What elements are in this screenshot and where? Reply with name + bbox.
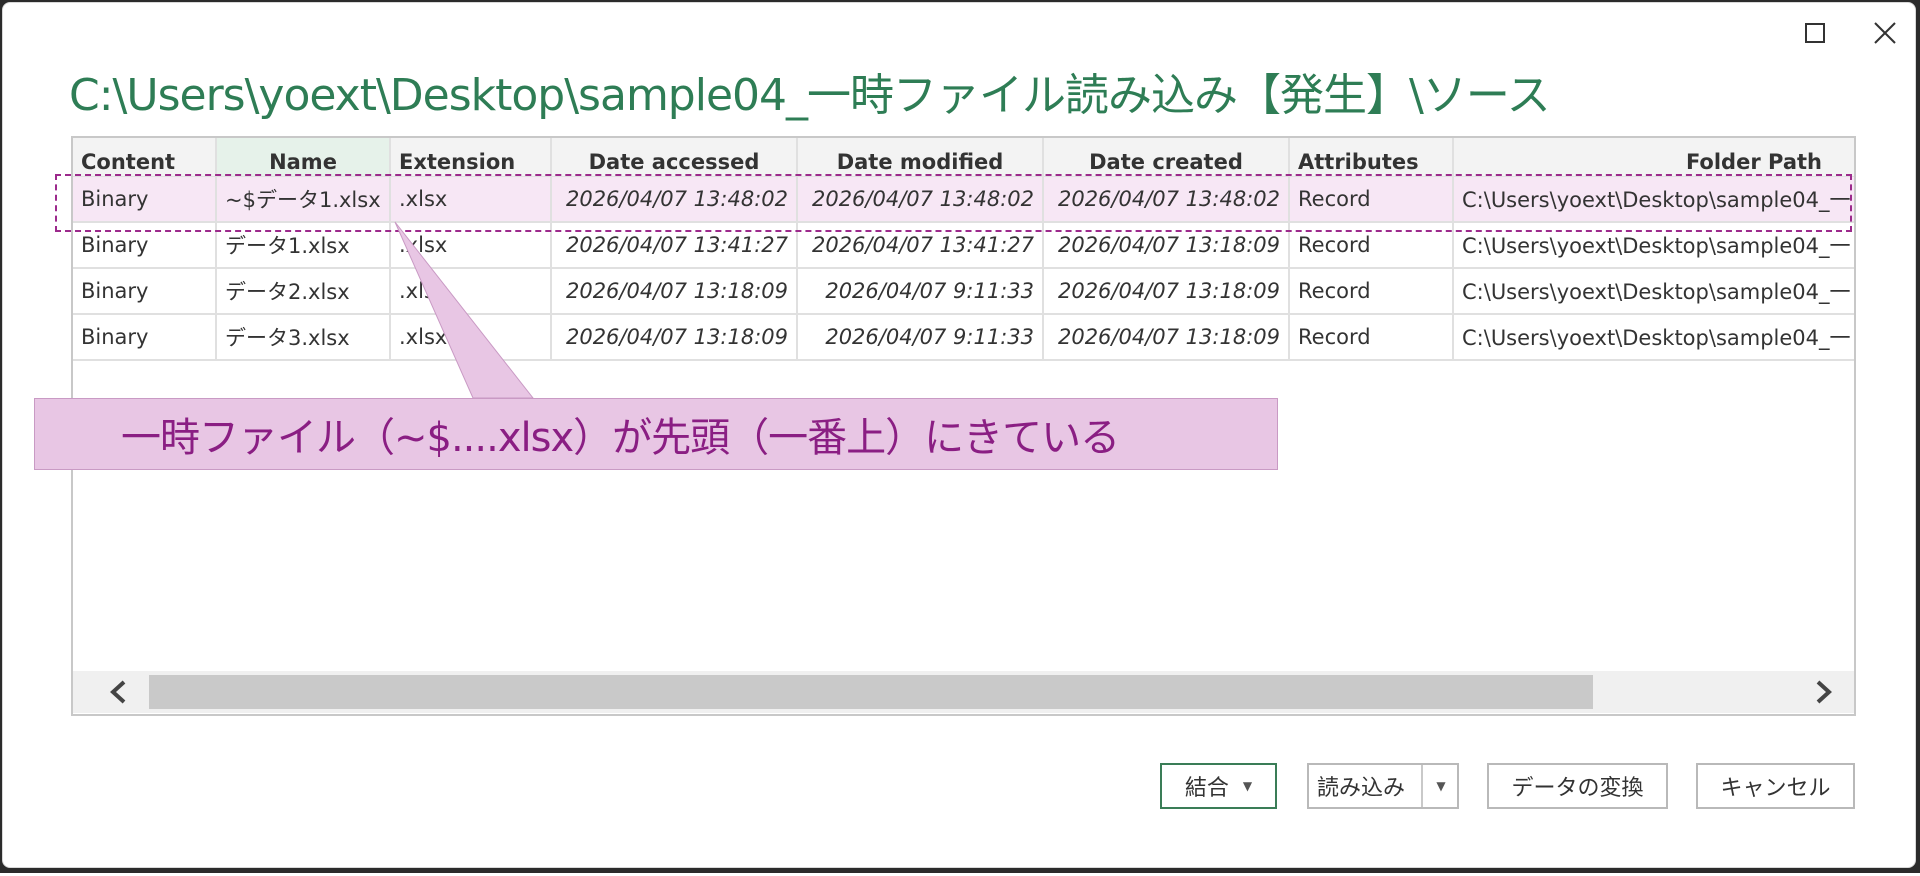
column-header-date-modified[interactable]: Date modified xyxy=(797,138,1044,177)
caret-down-icon: ▼ xyxy=(1436,779,1446,793)
table-cell[interactable]: 2026/04/07 13:48:02 xyxy=(551,176,798,223)
table-cell[interactable]: 2026/04/07 9:11:33 xyxy=(797,314,1044,361)
horizontal-scrollbar[interactable] xyxy=(73,671,1854,713)
table-cell[interactable]: 2026/04/07 13:41:27 xyxy=(797,222,1044,269)
column-header-name[interactable]: Name xyxy=(216,138,391,177)
column-header-date-accessed[interactable]: Date accessed xyxy=(551,138,798,177)
cancel-button[interactable]: キャンセル xyxy=(1696,763,1855,809)
table-cell[interactable]: C:\Users\yoext\Desktop\sample04_一 xyxy=(1453,268,1854,315)
caret-down-icon: ▼ xyxy=(1242,779,1253,793)
table-header-row: Content Name Extension Date accessed Dat… xyxy=(73,138,1854,177)
maximize-icon xyxy=(1805,23,1825,43)
table-cell[interactable]: 2026/04/07 9:11:33 xyxy=(797,268,1044,315)
table-cell[interactable]: Binary xyxy=(73,222,217,269)
table-cell[interactable]: C:\Users\yoext\Desktop\sample04_一 xyxy=(1453,222,1854,269)
column-header-content[interactable]: Content xyxy=(73,138,217,177)
table-cell[interactable]: Record xyxy=(1289,268,1454,315)
table-cell[interactable]: .xlsx xyxy=(390,268,552,315)
load-button[interactable]: 読み込み ▼ xyxy=(1307,763,1459,809)
table-cell[interactable]: Binary xyxy=(73,314,217,361)
maximize-button[interactable] xyxy=(1795,13,1835,53)
combine-button[interactable]: 結合 ▼ xyxy=(1160,763,1277,809)
transform-button-label: データの変換 xyxy=(1511,776,1644,801)
table-cell[interactable]: .xlsx xyxy=(390,176,552,223)
combine-button-label: 結合 xyxy=(1184,776,1229,801)
column-header-extension[interactable]: Extension xyxy=(390,138,552,177)
table-cell[interactable]: .xlsx xyxy=(390,314,552,361)
table-cell[interactable]: 2026/04/07 13:18:09 xyxy=(1043,222,1290,269)
column-header-attributes[interactable]: Attributes xyxy=(1289,138,1454,177)
table-cell[interactable]: データ1.xlsx xyxy=(216,222,391,269)
table-cell[interactable]: Record xyxy=(1289,314,1454,361)
table-cell[interactable]: .xlsx xyxy=(390,222,552,269)
table-cell[interactable]: 2026/04/07 13:48:02 xyxy=(797,176,1044,223)
table-cell[interactable]: C:\Users\yoext\Desktop\sample04_一 xyxy=(1453,176,1854,223)
table-cell[interactable]: データ2.xlsx xyxy=(216,268,391,315)
column-header-folder-path[interactable]: Folder Path xyxy=(1453,138,1854,177)
table-cell[interactable]: ~$データ1.xlsx xyxy=(216,176,391,223)
chevron-left-icon xyxy=(110,680,126,704)
preview-table: Content Name Extension Date accessed Dat… xyxy=(73,138,1854,361)
table-cell[interactable]: データ3.xlsx xyxy=(216,314,391,361)
table-cell[interactable]: 2026/04/07 13:41:27 xyxy=(551,222,798,269)
table-cell[interactable]: Binary xyxy=(73,268,217,315)
table-row[interactable]: Binary データ2.xlsx .xlsx 2026/04/07 13:18:… xyxy=(73,268,1854,315)
table-row[interactable]: Binary データ1.xlsx .xlsx 2026/04/07 13:41:… xyxy=(73,222,1854,269)
table-cell[interactable]: Binary xyxy=(73,176,217,223)
close-icon xyxy=(1874,22,1896,44)
load-dropdown-button[interactable]: ▼ xyxy=(1421,765,1459,807)
column-header-date-created[interactable]: Date created xyxy=(1043,138,1290,177)
load-button-label: 読み込み xyxy=(1317,776,1406,801)
scroll-right-button[interactable] xyxy=(1793,671,1853,713)
annotation-text: 一時ファイル（~$....xlsx）が先頭（一番上）にきている xyxy=(121,415,1120,461)
cancel-button-label: キャンセル xyxy=(1720,776,1831,801)
table-row[interactable]: Binary データ3.xlsx .xlsx 2026/04/07 13:18:… xyxy=(73,314,1854,361)
table-cell[interactable]: C:\Users\yoext\Desktop\sample04_一 xyxy=(1453,314,1854,361)
table-row[interactable]: Binary ~$データ1.xlsx .xlsx 2026/04/07 13:4… xyxy=(73,176,1854,223)
scrollbar-thumb[interactable] xyxy=(149,675,1593,709)
table-cell[interactable]: 2026/04/07 13:48:02 xyxy=(1043,176,1290,223)
table-cell[interactable]: 2026/04/07 13:18:09 xyxy=(551,314,798,361)
table-cell[interactable]: 2026/04/07 13:18:09 xyxy=(1043,314,1290,361)
transform-data-button[interactable]: データの変換 xyxy=(1487,763,1668,809)
table-cell[interactable]: Record xyxy=(1289,176,1454,223)
chevron-right-icon xyxy=(1816,680,1832,704)
table-cell[interactable]: 2026/04/07 13:18:09 xyxy=(551,268,798,315)
navigator-dialog: C:\Users\yoext\Desktop\sample04_一時ファイル読み… xyxy=(2,2,1916,868)
table-cell[interactable]: Record xyxy=(1289,222,1454,269)
annotation-callout: 一時ファイル（~$....xlsx）が先頭（一番上）にきている xyxy=(34,398,1278,470)
dialog-title: C:\Users\yoext\Desktop\sample04_一時ファイル読み… xyxy=(69,70,1551,121)
close-button[interactable] xyxy=(1865,13,1905,53)
scroll-left-button[interactable] xyxy=(89,671,149,713)
table-cell[interactable]: 2026/04/07 13:18:09 xyxy=(1043,268,1290,315)
